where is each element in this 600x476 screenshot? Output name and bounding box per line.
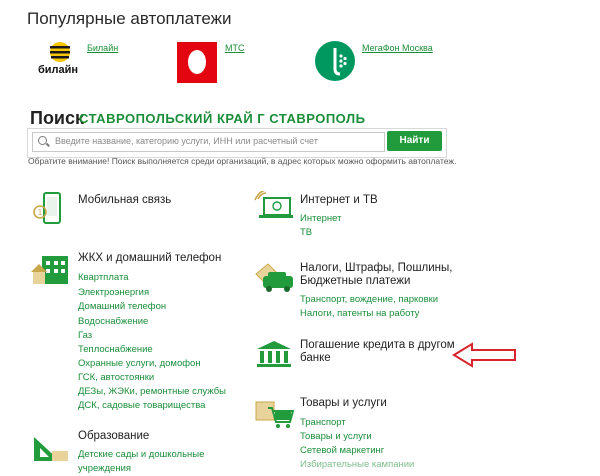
search-notice: Обратите внимание! Поиск выполняется сре… xyxy=(28,156,457,166)
link-dez[interactable]: ДЕЗы, ЖЭКи, ремонтные службы xyxy=(78,384,226,399)
link-transport-fines[interactable]: Транспорт, вождение, парковки xyxy=(300,292,438,307)
find-button[interactable]: Найти xyxy=(387,131,442,151)
link-electricity[interactable]: Электроэнергия xyxy=(78,285,149,300)
education-ruler-icon xyxy=(30,433,70,463)
link-garage[interactable]: ГСК, автостоянки xyxy=(78,370,154,385)
link-institutions[interactable]: учреждения xyxy=(78,461,131,476)
car-fine-icon xyxy=(254,262,296,294)
beeline-logo-text: билайн xyxy=(38,64,79,76)
link-security[interactable]: Охранные услуги, домофон xyxy=(78,356,201,371)
autopay-heading: Популярные автоплатежи xyxy=(27,9,232,28)
search-title: Поиск xyxy=(30,108,85,128)
link-network-marketing[interactable]: Сетевой маркетинг xyxy=(300,443,384,458)
category-loan-line1[interactable]: Погашение кредита в другом xyxy=(300,339,455,352)
category-internet[interactable]: Интернет и ТВ xyxy=(300,194,378,207)
red-arrow-annotation xyxy=(452,342,518,368)
megafon-logo-icon xyxy=(315,41,355,81)
link-internet[interactable]: Интернет xyxy=(300,211,341,226)
category-housing[interactable]: ЖКХ и домашний телефон xyxy=(78,252,221,265)
category-loan-line2[interactable]: банке xyxy=(300,352,331,365)
category-mobile[interactable]: Мобильная связь xyxy=(78,194,171,207)
provider-link-megafon[interactable]: МегаФон Москва xyxy=(362,43,433,53)
link-home-phone[interactable]: Домашний телефон xyxy=(78,299,166,314)
link-tv[interactable]: ТВ xyxy=(300,225,312,240)
link-water[interactable]: Водоснабжение xyxy=(78,314,148,329)
link-elections[interactable]: Избирательные кампании xyxy=(300,457,414,472)
cart-icon xyxy=(254,398,295,428)
search-region-link[interactable]: СТАВРОПОЛЬСКИЙ КРАЙ Г СТАВРОПОЛЬ xyxy=(79,111,365,126)
category-education[interactable]: Образование xyxy=(78,430,149,443)
bank-icon xyxy=(254,339,294,369)
link-tax-patents[interactable]: Налоги, патенты на работу xyxy=(300,306,419,321)
link-goods-transport[interactable]: Транспорт xyxy=(300,415,346,430)
beeline-logo[interactable]: билайн xyxy=(38,40,82,82)
search-placeholder: Введите название, категорию услуги, ИНН … xyxy=(55,136,318,146)
search-icon xyxy=(38,136,47,145)
provider-link-mts[interactable]: МТС xyxy=(225,43,245,53)
category-taxes-line1[interactable]: Налоги, Штрафы, Пошлины, xyxy=(300,262,453,275)
category-goods[interactable]: Товары и услуги xyxy=(300,397,387,410)
link-rent[interactable]: Квартплата xyxy=(78,270,128,285)
laptop-icon xyxy=(252,189,294,223)
search-input[interactable]: Введите название, категорию услуги, ИНН … xyxy=(32,132,385,152)
link-dsk[interactable]: ДСК, садовые товарищества xyxy=(78,398,205,413)
house-icon xyxy=(30,252,70,286)
left-arrow-icon xyxy=(452,342,516,368)
mts-egg-icon xyxy=(188,50,206,74)
mts-logo[interactable] xyxy=(177,42,217,83)
link-kindergartens[interactable]: Детские сады и дошкольные xyxy=(78,447,204,462)
mobile-phone-icon: 1 xyxy=(30,192,68,226)
link-goods-services[interactable]: Товары и услуги xyxy=(300,429,372,444)
search-bar: Введите название, категорию услуги, ИНН … xyxy=(27,128,447,158)
provider-link-beeline[interactable]: Билайн xyxy=(87,43,118,53)
link-heating[interactable]: Теплоснабжение xyxy=(78,342,153,357)
svg-text:1: 1 xyxy=(38,208,43,217)
megafon-logo[interactable] xyxy=(314,40,356,82)
category-taxes-line2[interactable]: Бюджетные платежи xyxy=(300,275,410,288)
link-gas[interactable]: Газ xyxy=(78,328,92,343)
